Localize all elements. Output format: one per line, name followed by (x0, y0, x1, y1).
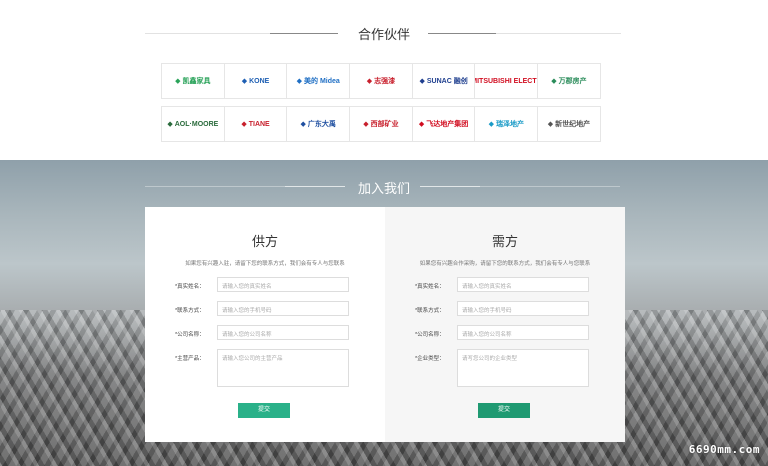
partner-logo-grid: ◆凯鑫家具◆KONE◆美的 Midea◆志强漆◆SUNAC 融创◆MITSUBI… (161, 63, 607, 149)
supplier-submit-button[interactable]: 提交 (238, 403, 290, 418)
join-heading: 加入我们 (0, 178, 768, 197)
partner-logo-text: KONE (249, 77, 270, 85)
partner-logo-text: 万郡房产 (558, 78, 587, 85)
partner-logo-text: 西部矿业 (370, 121, 399, 128)
partner-logo[interactable]: ◆ 新世纪地产 (537, 106, 601, 142)
partner-logo-text: 凯鑫家具 (182, 78, 211, 85)
western-icon: ◆ (363, 121, 369, 128)
supplier-contact-row: *联系方式： 请输入您的手机号码 (175, 301, 349, 316)
divider (420, 186, 480, 187)
supplier-description: 如果您有兴趣入驻，请留下您的联系方式，我们会有专人与您联系 (185, 261, 345, 267)
partner-logo-text: SUNAC 融创 (426, 78, 468, 85)
field-label: *企业类型： (415, 356, 445, 362)
supplier-name-row: *真实姓名： 请输入您的真实姓名 (175, 277, 349, 292)
sunac-icon: ◆ (419, 78, 425, 85)
join-section: 加入我们 供方 如果您有兴趣入驻，请留下您的联系方式，我们会有专人与您联系 *真… (0, 160, 768, 466)
zhiqiang-icon: ◆ (366, 78, 373, 85)
partner-logo-text: 瑞泽地产 (495, 121, 524, 128)
demand-submit-button[interactable]: 提交 (478, 403, 530, 418)
site-watermark: 6690mm.com (688, 443, 760, 456)
supplier-phone-input[interactable]: 请输入您的手机号码 (217, 301, 349, 316)
xsj-icon: ◆ (547, 121, 554, 128)
partner-logo[interactable]: ◆ KONE (223, 63, 288, 99)
partner-logo[interactable]: ◆ 志强漆 (349, 63, 413, 99)
divider (145, 186, 285, 187)
partner-logo[interactable]: ◆ 美的 Midea (286, 63, 351, 99)
supplier-company-input[interactable]: 请输入您的公司名称 (217, 325, 349, 340)
feida-icon: ◆ (418, 121, 425, 128)
field-label: *主营产品： (175, 356, 205, 362)
kone-icon: ◆ (241, 78, 248, 85)
demand-form-panel: 需方 如果您有兴趣合作采购，请留下您的联系方式，我们会有专人与您联系 *真实姓名… (385, 207, 625, 442)
logo-row: ◆ AOL·MOORE ◆ TIANE ◆ 广东大禹 ◆ 西部矿业 ◆ 飞达地产集团 ◆ 瑞泽地产 ◆ 新… (161, 106, 607, 142)
ruize-icon: ◆ (488, 121, 494, 128)
demand-company-row: *公司名称： 请输入您的公司名称 (415, 325, 589, 340)
wanjun-icon: ◆ (551, 78, 557, 85)
demand-company-input[interactable]: 请输入您的公司名称 (457, 325, 589, 340)
leaf-icon: ◆ (175, 78, 181, 85)
demand-type-textarea[interactable]: 请写您公司的企业类型 (457, 349, 589, 387)
partner-logo-text: 志强漆 (374, 78, 396, 85)
midea-icon: ◆ (296, 78, 303, 85)
partner-logo-text: 新世纪地产 (555, 121, 591, 128)
divider (285, 186, 345, 187)
partner-logo[interactable]: ◆ AOL·MOORE (161, 106, 225, 142)
demand-phone-input[interactable]: 请输入您的手机号码 (457, 301, 589, 316)
field-label: *联系方式： (175, 308, 205, 314)
divider (270, 33, 338, 34)
partner-logo[interactable]: ◆ 飞达地产集团 (411, 106, 476, 142)
divider (145, 33, 270, 34)
divider (496, 33, 621, 34)
partners-section: 合作伙伴 ◆凯鑫家具◆KONE◆美的 Midea◆志强漆◆SUNAC 融创◆MI… (0, 0, 768, 160)
partner-logo-text: AOL·MOORE (174, 120, 219, 128)
partners-heading: 合作伙伴 (0, 24, 768, 43)
supplier-title: 供方 (251, 234, 278, 249)
partner-logo[interactable]: ◆ 广东大禹 (286, 106, 351, 142)
partner-logo[interactable]: ◆ 凯鑫家具 (161, 63, 225, 99)
partner-logo[interactable]: ◆ SUNAC 融创 (411, 63, 476, 99)
partner-logo[interactable]: ◆ 瑞泽地产 (474, 106, 539, 142)
partner-logo-text: 美的 Midea (304, 78, 340, 85)
demand-contact-row: *联系方式： 请输入您的手机号码 (415, 301, 589, 316)
partner-logo-text: MITSUBISHI ELECTRIC (474, 77, 537, 85)
field-label: *公司名称： (415, 332, 445, 338)
partner-logo[interactable]: ◆MITSUBISHI ELECTRIC (474, 63, 539, 99)
supplier-form-panel: 供方 如果您有兴趣入驻，请留下您的联系方式，我们会有专人与您联系 *真实姓名： … (145, 207, 385, 442)
demand-name-input[interactable]: 请输入您的真实姓名 (457, 277, 589, 292)
demand-title: 需方 (491, 234, 518, 249)
divider (480, 186, 620, 187)
partner-logo[interactable]: ◆ 万郡房产 (537, 63, 601, 99)
logo-row: ◆凯鑫家具◆KONE◆美的 Midea◆志强漆◆SUNAC 融创◆MITSUBI… (161, 63, 607, 99)
field-label: *公司名称： (175, 332, 205, 338)
demand-type-row: *企业类型： 请写您公司的企业类型 (415, 349, 589, 387)
divider (428, 33, 496, 34)
field-label: *真实姓名： (415, 284, 445, 290)
supplier-product-row: *主营产品： 请输入您公司的主营产品 (175, 349, 349, 387)
join-title: 加入我们 (357, 181, 410, 196)
field-label: *真实姓名： (175, 284, 205, 290)
partners-title: 合作伙伴 (357, 27, 410, 42)
field-label: *联系方式： (415, 308, 445, 314)
demand-description: 如果您有兴趣合作采购，请留下您的联系方式，我们会有专人与您联系 (419, 261, 591, 267)
supplier-product-textarea[interactable]: 请输入您公司的主营产品 (217, 349, 349, 387)
partner-logo[interactable]: ◆ TIANE (223, 106, 288, 142)
partner-logo-text: 飞达地产集团 (426, 121, 469, 128)
partner-logo[interactable]: ◆ 西部矿业 (349, 106, 413, 142)
aol-icon: ◆ (167, 121, 173, 128)
dayu-icon: ◆ (300, 121, 306, 128)
supplier-company-row: *公司名称： 请输入您的公司名称 (175, 325, 349, 340)
partner-logo-text: 广东大禹 (307, 121, 336, 128)
tiane-icon: ◆ (241, 121, 247, 128)
supplier-name-input[interactable]: 请输入您的真实姓名 (217, 277, 349, 292)
demand-name-row: *真实姓名： 请输入您的真实姓名 (415, 277, 589, 292)
partner-logo-text: TIANE (248, 120, 270, 128)
